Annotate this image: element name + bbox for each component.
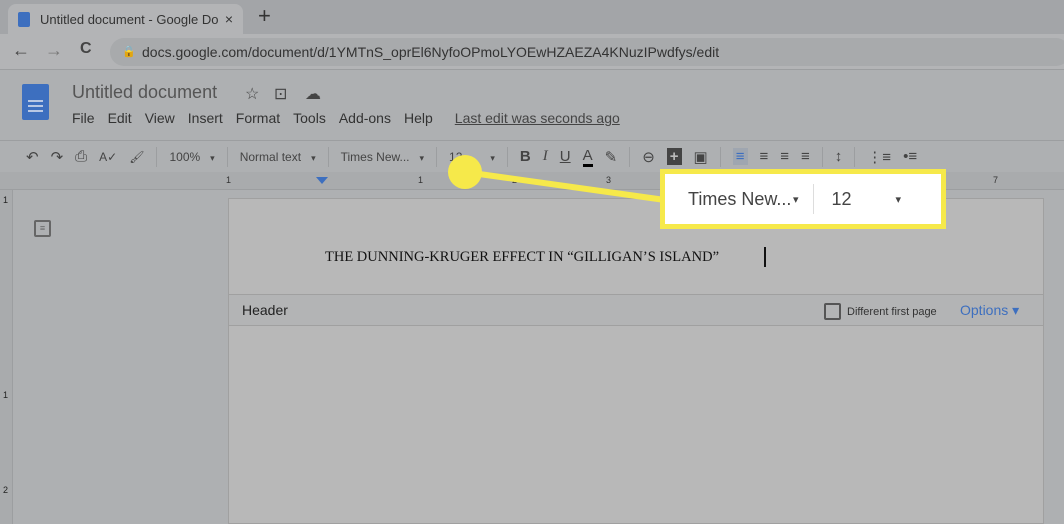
callout-font-name: Times New...: [688, 188, 792, 209]
close-icon[interactable]: ×: [225, 11, 233, 27]
cloud-status-icon[interactable]: ☁: [305, 84, 321, 104]
ruler-label: 3: [606, 175, 612, 185]
align-left-button[interactable]: ≡: [732, 148, 748, 165]
docs-favicon-icon: [18, 11, 30, 27]
ruler-label: 7: [993, 175, 999, 185]
url-bar[interactable]: 🔒 docs.google.com/document/d/1YMTnS_oprE…: [110, 38, 1064, 66]
redo-icon[interactable]: ↷: [51, 148, 64, 166]
text-cursor: [764, 247, 766, 267]
lock-icon: 🔒: [122, 46, 136, 58]
tab-bar: Untitled document - Google Docs × +: [0, 0, 1064, 34]
toolbar: ↶ ↷ ⎙ A✓ 🖌 100% ▾ Normal text ▾ Times New.…: [0, 140, 1064, 172]
menu-edit[interactable]: Edit: [108, 110, 132, 126]
style-dropdown[interactable]: Normal text ▾: [240, 150, 316, 164]
paint-format-icon[interactable]: 🖌: [129, 150, 144, 164]
bold-button[interactable]: B: [520, 148, 531, 165]
divider: [629, 146, 631, 167]
justify-button[interactable]: ≡: [801, 148, 810, 165]
menu-view[interactable]: View: [145, 110, 175, 126]
callout-dot: [448, 155, 482, 189]
document-title[interactable]: Untitled document: [72, 82, 217, 103]
divider: [506, 146, 508, 167]
divider: [854, 146, 856, 167]
checkbox-icon[interactable]: [824, 303, 841, 320]
bulleted-list-icon[interactable]: •≡: [903, 148, 917, 165]
ruler-label: 1: [3, 195, 9, 205]
undo-icon[interactable]: ↶: [26, 148, 39, 166]
header-label: Header: [242, 302, 288, 318]
add-comment-icon[interactable]: +: [666, 148, 682, 165]
document-outline-icon[interactable]: ≡: [34, 220, 51, 237]
options-dropdown[interactable]: Options ▾: [960, 302, 1019, 319]
back-icon[interactable]: ←: [12, 40, 30, 61]
zoom-value: 100%: [169, 149, 201, 164]
menu-tools[interactable]: Tools: [293, 110, 326, 126]
chevron-down-icon: ▾: [210, 152, 215, 163]
divider: [226, 146, 228, 167]
move-folder-icon[interactable]: ⊡: [274, 84, 287, 104]
reload-icon[interactable]: C: [80, 40, 92, 58]
chevron-down-icon: ▾: [419, 152, 425, 163]
chevron-down-icon: ▾: [895, 193, 902, 206]
text-color-button[interactable]: A: [582, 147, 593, 167]
line-spacing-icon[interactable]: ↕: [835, 148, 843, 165]
ruler-label: 1: [3, 390, 9, 400]
document-page[interactable]: THE DUNNING-KRUGER EFFECT IN “GILLIGAN’S…: [228, 198, 1044, 524]
print-icon[interactable]: ⎙: [75, 148, 87, 165]
highlight-icon[interactable]: ✎: [605, 148, 618, 166]
ruler-label: 1: [226, 175, 232, 185]
chevron-down-icon: ▾: [793, 193, 799, 206]
chevron-down-icon: ▾: [490, 152, 495, 163]
font-callout: Times New... ▾ 12 ▾: [660, 169, 946, 229]
chevron-down-icon: ▾: [311, 152, 316, 163]
header-bar: Header Different first page Options ▾: [229, 294, 1043, 326]
browser-tab[interactable]: Untitled document - Google Docs ×: [8, 4, 243, 34]
menu-help[interactable]: Help: [404, 110, 433, 126]
last-edit-link[interactable]: Last edit was seconds ago: [455, 110, 620, 126]
spellcheck-icon[interactable]: A✓: [99, 150, 117, 164]
divider: [719, 146, 721, 167]
star-icon[interactable]: ☆: [245, 84, 259, 104]
align-right-button[interactable]: ≡: [780, 148, 789, 165]
docs-logo-icon[interactable]: [22, 84, 49, 120]
numbered-list-icon[interactable]: ⋮≡: [867, 148, 891, 166]
divider: [156, 146, 158, 167]
underline-button[interactable]: U: [560, 148, 571, 165]
vertical-ruler[interactable]: 1 1 2: [0, 190, 13, 524]
tab-title: Untitled document - Google Docs: [40, 11, 219, 27]
callout-font-size: 12: [831, 188, 852, 209]
menu-insert[interactable]: Insert: [188, 110, 223, 126]
checkbox-label: Different first page: [847, 305, 937, 318]
menu-bar: File Edit View Insert Format Tools Add-o…: [72, 110, 633, 126]
divider: [812, 184, 814, 214]
menu-addons[interactable]: Add-ons: [339, 110, 391, 126]
style-value: Normal text: [239, 149, 302, 164]
ruler-label: 2: [3, 485, 9, 495]
menu-format[interactable]: Format: [236, 110, 280, 126]
zoom-dropdown[interactable]: 100% ▾: [169, 150, 214, 164]
insert-image-icon[interactable]: ▣: [694, 148, 708, 166]
ruler-label: 1: [418, 175, 424, 185]
menu-file[interactable]: File: [72, 110, 95, 126]
font-dropdown[interactable]: Times New... ▾: [341, 150, 424, 164]
italic-button[interactable]: I: [543, 148, 548, 165]
font-value: Times New...: [340, 149, 410, 164]
address-bar-row: ← → C 🔒 docs.google.com/document/d/1YMTn…: [0, 34, 1064, 70]
forward-icon[interactable]: →: [45, 40, 63, 61]
different-first-page-checkbox[interactable]: Different first page: [824, 303, 937, 320]
new-tab-button[interactable]: +: [258, 3, 271, 29]
link-icon[interactable]: ⊖: [642, 148, 655, 166]
document-text[interactable]: THE DUNNING-KRUGER EFFECT IN “GILLIGAN’S…: [325, 249, 719, 266]
indent-marker[interactable]: [316, 177, 328, 184]
ruler-label: 2: [512, 175, 518, 185]
divider: [436, 146, 438, 167]
divider: [327, 146, 329, 167]
divider: [821, 146, 823, 167]
url-text: docs.google.com/document/d/1YMTnS_oprEl6…: [142, 44, 720, 60]
align-center-button[interactable]: ≡: [760, 148, 769, 165]
